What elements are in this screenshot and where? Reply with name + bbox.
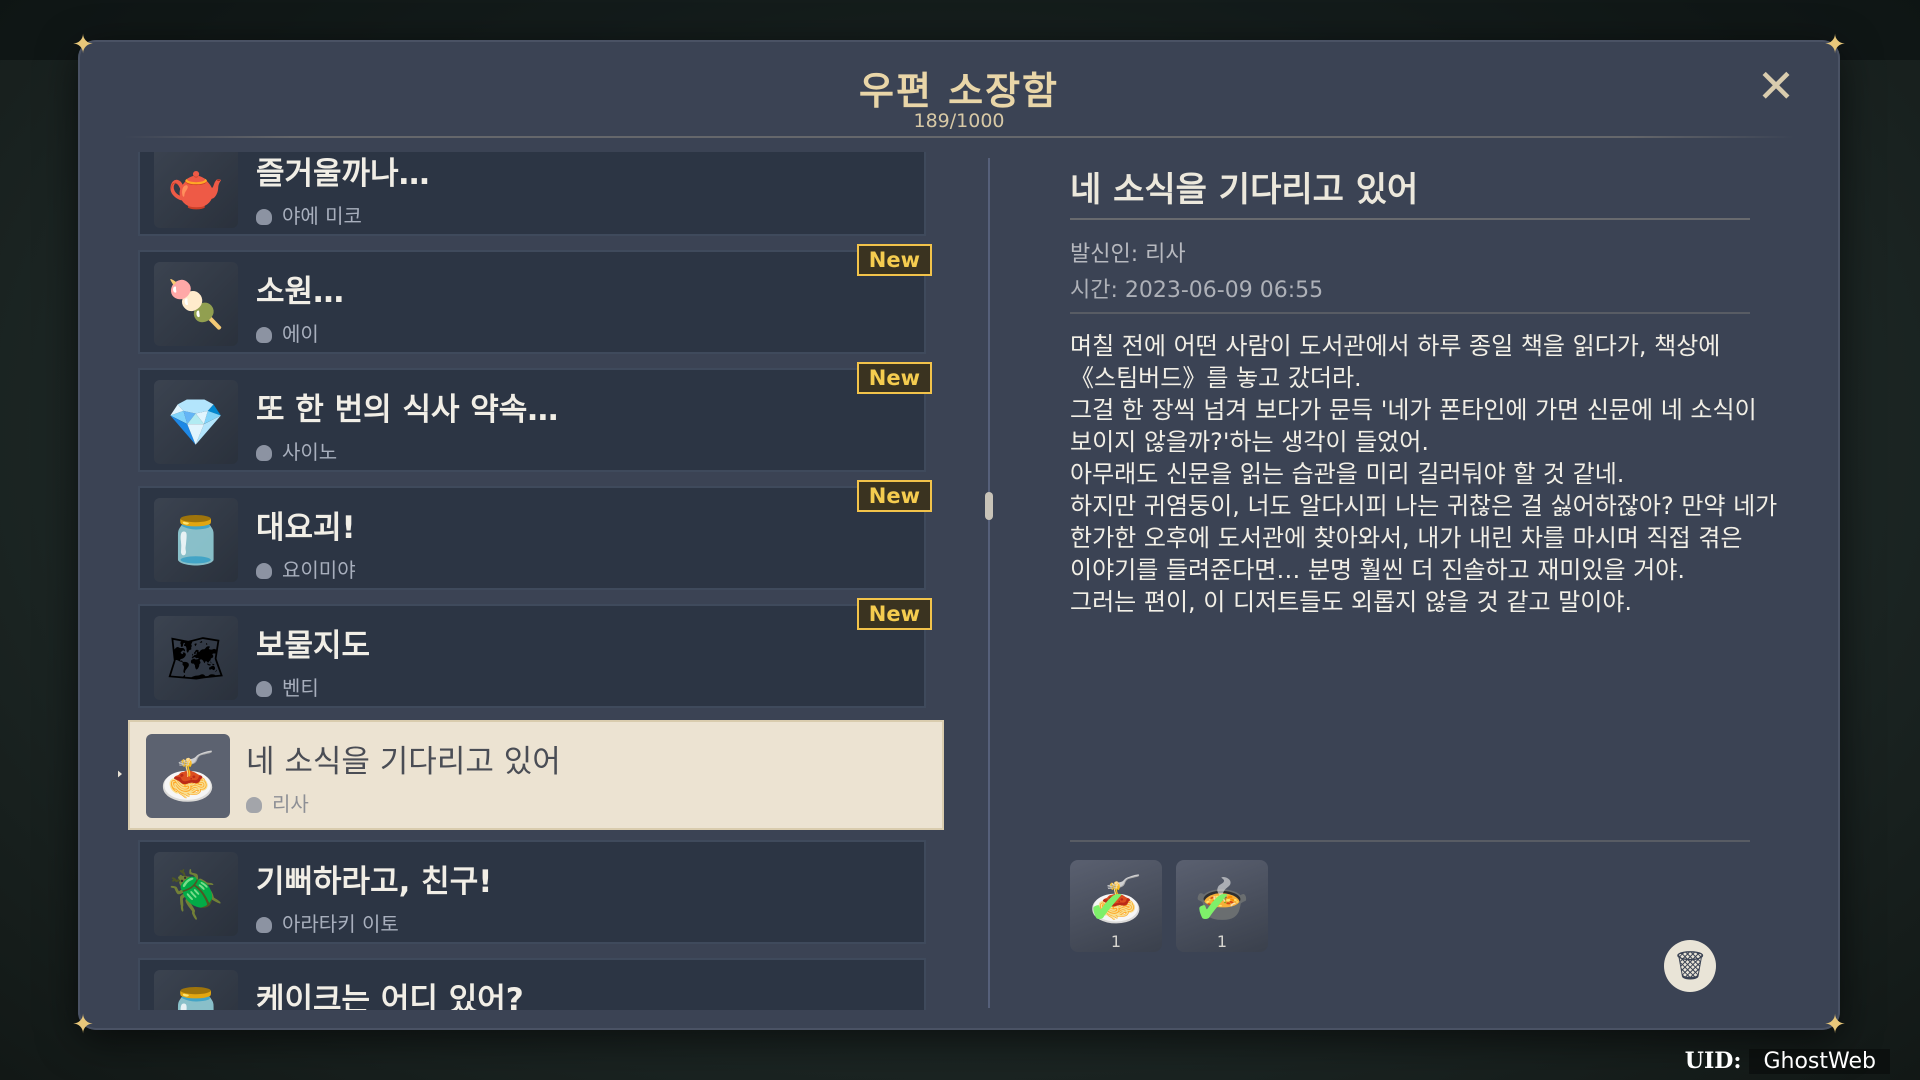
detail-divider	[1070, 312, 1750, 314]
mail-list-item[interactable]: 🫙 대요괴! 요이미야 New	[138, 480, 932, 590]
mail-list-item[interactable]: 💎 또 한 번의 식사 약속… 사이노 New	[138, 362, 932, 472]
mail-sender: 요이미야	[256, 554, 356, 583]
attachment-item[interactable]: 🍝 ✔ 1	[1070, 860, 1162, 952]
mail-sender: 에이	[256, 318, 319, 347]
trash-icon[interactable]: 🗑	[1664, 940, 1716, 992]
mail-title: 즐거울까나…	[256, 156, 430, 192]
crystal-icon: 💎	[154, 380, 238, 464]
person-icon	[256, 209, 272, 225]
mail-title: 네 소식을 기다리고 있어	[246, 744, 561, 780]
new-badge: New	[856, 598, 932, 630]
mail-detail: 네 소식을 기다리고 있어 발신인: 리사 시간: 2023-06-09 06:…	[990, 152, 1810, 1012]
attachment-item[interactable]: 🍲 ✔ 1	[1176, 860, 1268, 952]
steel-teapot-icon: 🫖	[154, 152, 238, 228]
close-icon[interactable]: ✕	[1754, 63, 1798, 109]
corner-ornament-icon: ✦	[72, 30, 94, 60]
uid-value: GhostWeb	[1749, 1049, 1890, 1074]
uid-label: UID:	[1684, 1048, 1742, 1074]
claimed-check-icon: ✔	[1088, 880, 1127, 934]
detail-sender: 발신인: 리사	[1070, 242, 1186, 267]
claimed-check-icon: ✔	[1194, 880, 1233, 934]
beetle-icon: 🪲	[154, 852, 238, 936]
person-icon	[256, 563, 272, 579]
mail-sender: 아라타키 이토	[256, 908, 399, 937]
mail-title: 대요괴!	[256, 510, 356, 546]
mailbox-panel: ✦ ✦ ✦ ✦ 우편 소장함 189/1000 ✕ 🫖 즐거울까나… 야에 미코…	[72, 30, 1846, 1040]
mail-title: 소원…	[256, 274, 345, 310]
person-icon	[256, 445, 272, 461]
person-icon	[256, 917, 272, 933]
uid-display: UID: GhostWeb	[1685, 1048, 1890, 1074]
person-icon	[256, 681, 272, 697]
detail-divider	[1070, 218, 1750, 220]
mail-list-item[interactable]: 🫖 즐거울까나… 야에 미코	[138, 152, 926, 236]
jar-icon: 🫙	[154, 970, 238, 1010]
mail-list-item[interactable]: 🗺 보물지도 벤티 New	[138, 598, 932, 708]
mail-list-item-selected[interactable]: 🍝 네 소식을 기다리고 있어 리사	[118, 720, 944, 830]
mail-sender: 벤티	[256, 672, 319, 701]
detail-title: 네 소식을 기다리고 있어	[1070, 170, 1419, 210]
selection-arrow-icon	[118, 764, 122, 784]
new-badge: New	[856, 362, 932, 394]
new-badge: New	[856, 480, 932, 512]
attachment-qty: 1	[1110, 932, 1122, 951]
mail-title: 케이크는 어디 있어?	[256, 982, 524, 1010]
header-divider	[124, 136, 1794, 138]
mail-list: 🫖 즐거울까나… 야에 미코 🍡 소원… 에이 New 💎 또 한 번의 식사 …	[118, 152, 978, 1010]
mail-count: 189/1000	[913, 110, 1005, 132]
mail-sender: 야에 미코	[256, 200, 362, 229]
mail-list-item[interactable]: 🪲 기뻐하라고, 친구! 아라타키 이토	[138, 840, 926, 944]
mail-title: 또 한 번의 식사 약속…	[256, 392, 559, 428]
new-badge: New	[856, 244, 932, 276]
mail-title: 기뻐하라고, 친구!	[256, 864, 493, 900]
attachment-qty: 1	[1216, 932, 1228, 951]
mail-title: 보물지도	[256, 628, 371, 664]
mail-sender: 리사	[246, 788, 309, 817]
jar-icon: 🫙	[154, 498, 238, 582]
corner-ornament-icon: ✦	[1824, 30, 1846, 60]
treasure-map-icon: 🗺	[154, 616, 238, 700]
dango-plate-icon: 🍡	[154, 262, 238, 346]
detail-body: 며칠 전에 어떤 사람이 도서관에서 하루 종일 책을 읽다가, 책상에 《스팀…	[1070, 332, 1778, 616]
corner-ornament-icon: ✦	[1824, 1010, 1846, 1040]
mail-list-item[interactable]: 🍡 소원… 에이 New	[138, 244, 932, 354]
person-icon	[246, 797, 262, 813]
attachments-divider	[1070, 840, 1750, 842]
mail-list-item[interactable]: 🫙 케이크는 어디 있어?	[138, 958, 926, 1010]
mail-sender: 사이노	[256, 436, 337, 465]
person-icon	[256, 327, 272, 343]
window-title: 우편 소장함	[858, 69, 1060, 113]
noodle-dish-icon: 🍝	[146, 734, 230, 818]
corner-ornament-icon: ✦	[72, 1010, 94, 1040]
detail-time: 시간: 2023-06-09 06:55	[1070, 278, 1324, 303]
